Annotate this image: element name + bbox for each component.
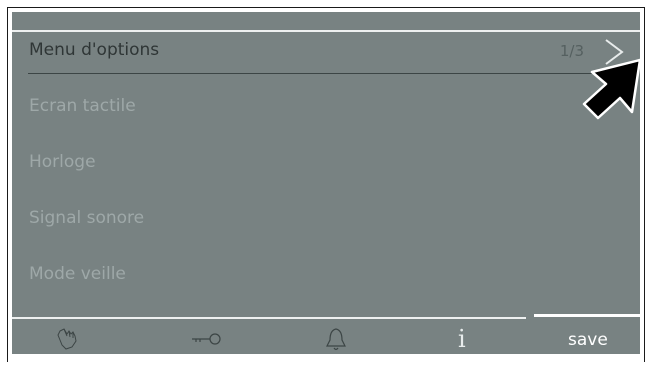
menu-item-mode-veille[interactable]: Mode veille xyxy=(29,264,126,284)
hand-icon[interactable] xyxy=(54,326,80,352)
touch-screen: Menu d'options 1/3 Ecran tactile Horloge… xyxy=(12,12,640,354)
menu-header: Menu d'options 1/3 xyxy=(28,34,624,74)
info-icon[interactable]: i xyxy=(458,326,466,352)
page-title: Menu d'options xyxy=(29,40,160,60)
top-separator xyxy=(12,30,640,32)
menu-item-ecran-tactile[interactable]: Ecran tactile xyxy=(29,96,136,116)
bell-icon[interactable] xyxy=(324,326,348,352)
save-highlight xyxy=(534,314,640,317)
save-button[interactable]: save xyxy=(568,330,608,350)
pointer-arrow-icon xyxy=(582,58,640,120)
menu-item-signal-sonore[interactable]: Signal sonore xyxy=(29,208,144,228)
bottom-separator xyxy=(12,317,526,319)
menu-item-horloge[interactable]: Horloge xyxy=(29,152,96,172)
key-icon[interactable] xyxy=(190,326,224,352)
